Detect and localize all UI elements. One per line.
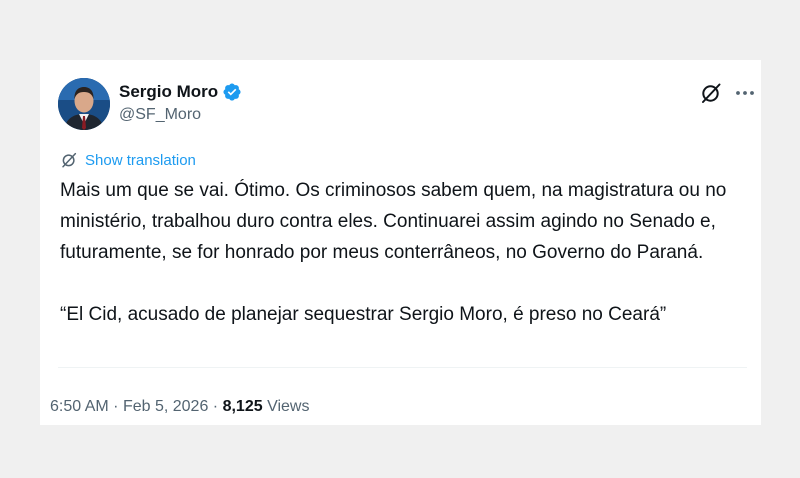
views-label: Views: [267, 398, 310, 415]
tweet-card[interactable]: Sergio Moro @SF_Moro Show translation Ma: [40, 60, 761, 425]
tweet-date: Feb 5, 2026: [122, 398, 209, 415]
author-name-row[interactable]: Sergio Moro: [119, 80, 242, 104]
views-link[interactable]: 8,125 Views: [223, 398, 310, 415]
author-display-name[interactable]: Sergio Moro: [119, 82, 218, 102]
meta-separator: ·: [212, 398, 219, 415]
grok-icon: [702, 83, 721, 103]
tweet-text: Mais um que se vai. Ótimo. Os criminosos…: [60, 175, 750, 330]
tweet-paragraph: “El Cid, acusado de planejar sequestrar …: [60, 304, 667, 325]
show-translation-link[interactable]: Show translation: [60, 151, 196, 169]
show-translation-label[interactable]: Show translation: [85, 152, 196, 169]
divider: [58, 367, 747, 368]
tweet-timestamp[interactable]: 6:50 AM · Feb 5, 2026: [50, 398, 208, 415]
verified-badge-icon[interactable]: [222, 82, 242, 102]
tweet-time: 6:50 AM: [50, 398, 109, 415]
tweet-meta: 6:50 AM · Feb 5, 2026 · 8,125 Views: [50, 398, 309, 416]
translate-icon: [62, 152, 77, 168]
more-options-icon: [736, 91, 754, 95]
avatar[interactable]: [58, 78, 110, 130]
tweet-paragraph: Mais um que se vai. Ótimo. Os criminosos…: [60, 180, 727, 263]
grok-button[interactable]: [699, 81, 723, 105]
meta-separator: ·: [113, 398, 119, 415]
avatar-image: [58, 78, 110, 130]
more-options-button[interactable]: [733, 81, 757, 105]
author-handle[interactable]: @SF_Moro: [119, 106, 201, 124]
views-count: 8,125: [222, 398, 263, 415]
